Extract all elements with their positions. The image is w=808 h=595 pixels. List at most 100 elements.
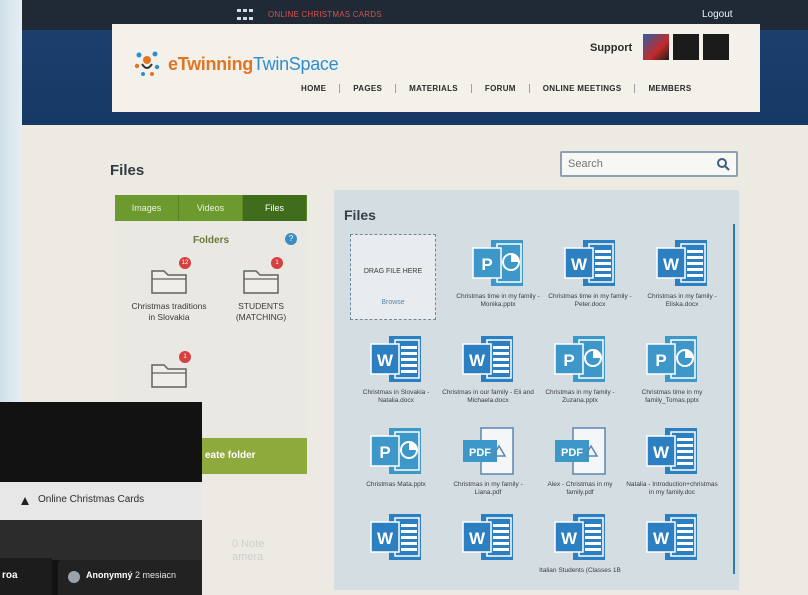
nav-members[interactable]: MEMBERS — [634, 84, 704, 93]
nav-forum[interactable]: FORUM — [470, 84, 529, 93]
upload-dropzone[interactable]: DRAG FILE HERE Browse — [350, 234, 436, 320]
support-link[interactable]: Support — [590, 42, 632, 54]
search-input[interactable] — [568, 158, 698, 170]
file-item[interactable]: W — [626, 512, 718, 567]
file-name: Christmas time in my family - Monika.ppt… — [456, 293, 540, 308]
watermark-line: 0 Note — [232, 538, 265, 550]
logo-prefix: eTwinning — [168, 54, 253, 74]
tab-videos[interactable]: Videos — [179, 195, 243, 221]
watermark-line: amera — [232, 551, 264, 563]
folder-label: STUDENTS (MATCHING) — [235, 301, 287, 322]
svg-text:PDF: PDF — [469, 447, 491, 459]
svg-text:W: W — [469, 529, 486, 548]
scrollbar[interactable] — [733, 224, 735, 574]
comment-header: Anonymný 2 mesiacn — [86, 570, 176, 580]
file-name: Christmas in my family - Liana.pdf — [453, 481, 523, 496]
phone-partial-text: roa — [0, 558, 52, 595]
file-name: Natalia - Introduction+christmas in my f… — [626, 481, 718, 496]
file-name: Christmas Mata.pptx — [366, 481, 426, 488]
file-item[interactable]: W Christmas time in my family - Peter.doc… — [544, 238, 636, 309]
file-name: Christmas in my family - Eliska.docx — [647, 293, 717, 308]
folder-item[interactable]: 1 STUDENTS (MATCHING) — [221, 257, 301, 323]
svg-text:W: W — [653, 529, 670, 548]
media-tabs: Images Videos Files — [115, 195, 307, 221]
tab-images[interactable]: Images — [115, 195, 179, 221]
file-name: Christmas time in my family - Peter.docx — [548, 293, 632, 308]
nav-home[interactable]: HOME — [288, 84, 339, 93]
file-name: Christmas in our family - Eli and Michae… — [442, 389, 534, 404]
powerpoint-file-icon: P — [554, 336, 605, 382]
avatar-placeholder[interactable] — [673, 34, 699, 60]
phone-screenshot-overlay: Online Christmas Cards roa Anonymný 2 me… — [0, 402, 202, 595]
svg-text:P: P — [379, 443, 390, 462]
word-file-icon: W — [646, 428, 697, 474]
help-icon[interactable]: ? — [285, 233, 297, 245]
dropzone-label: DRAG FILE HERE — [363, 268, 423, 275]
file-name: Christmas time in my family_Tomas.pptx — [641, 389, 703, 404]
page-title: Files — [110, 162, 145, 179]
file-item[interactable]: W Italian Students (Classes 1B — [534, 512, 626, 575]
nav-materials[interactable]: MATERIALS — [395, 84, 471, 93]
file-item[interactable]: P Christmas Mata.pptx — [350, 426, 442, 489]
files-panel: Files DRAG FILE HERE Browse P Christmas t… — [334, 190, 739, 590]
nav-online-meetings[interactable]: ONLINE MEETINGS — [528, 84, 635, 93]
svg-text:W: W — [663, 255, 680, 274]
avatar-placeholder[interactable] — [703, 34, 729, 60]
folders-heading: Folders — [192, 235, 230, 246]
file-item[interactable]: W Christmas in our family - Eli and Micha… — [442, 334, 534, 405]
svg-text:W: W — [571, 255, 588, 274]
search-icon[interactable] — [716, 157, 730, 171]
project-title-link[interactable]: ONLINE CHRISTMAS CARDS — [268, 10, 408, 25]
tab-favicon-icon — [21, 497, 29, 505]
file-name: Alex - Christmas in my family.pdf — [547, 481, 613, 496]
svg-text:W: W — [561, 529, 578, 548]
file-name: Italian Students (Classes 1B — [539, 567, 621, 574]
avatar — [68, 571, 80, 583]
svg-text:W: W — [653, 443, 670, 462]
powerpoint-file-icon: P — [370, 428, 421, 474]
file-item[interactable]: P Christmas time in my family_Tomas.pptx — [626, 334, 718, 405]
etwinning-logo-icon[interactable] — [130, 46, 164, 80]
word-file-icon: W — [554, 514, 605, 560]
folder-item[interactable]: 1 — [129, 351, 209, 395]
pdf-file-icon: PDF — [555, 427, 606, 475]
word-file-icon: W — [462, 514, 513, 560]
phone-tab-label: Online Christmas Cards — [38, 494, 145, 505]
folder-item[interactable]: 12 Christmas traditions in Slovakia — [129, 257, 209, 323]
browse-link[interactable]: Browse — [351, 299, 435, 306]
file-item[interactable]: P Christmas time in my family - Monika.pp… — [452, 238, 544, 309]
folder-badge: 1 — [271, 257, 283, 269]
file-item[interactable]: P Christmas in my family - Zuzana.pptx — [534, 334, 626, 405]
file-item[interactable]: PDF Christmas in my family - Liana.pdf — [442, 426, 534, 497]
svg-text:W: W — [377, 351, 394, 370]
main-nav: HOME PAGES MATERIALS FORUM ONLINE MEETIN… — [288, 84, 704, 93]
phone-comment-card[interactable]: Anonymný 2 mesiacn — [58, 560, 202, 595]
folder-badge: 12 — [179, 257, 191, 269]
file-item[interactable]: W Christmas in Slovakia - Natalia.docx — [350, 334, 442, 405]
file-name: Christmas in my family - Zuzana.pptx — [545, 389, 615, 404]
phone-toolbar — [0, 520, 202, 560]
user-avatar[interactable] — [643, 34, 669, 60]
pdf-file-icon: PDF — [463, 427, 514, 475]
nav-pages[interactable]: PAGES — [339, 84, 395, 93]
svg-text:W: W — [377, 529, 394, 548]
file-item[interactable]: W Natalia - Introduction+christmas in my … — [626, 426, 718, 497]
logo-suffix: TwinSpace — [252, 54, 339, 74]
file-name: Christmas in Slovakia - Natalia.docx — [362, 389, 430, 404]
file-item[interactable]: W — [350, 512, 442, 567]
search-box[interactable] — [560, 151, 738, 177]
comment-time: 2 mesiacn — [135, 570, 177, 580]
files-panel-title: Files — [344, 207, 376, 223]
file-item[interactable]: PDF Alex - Christmas in my family.pdf — [534, 426, 626, 497]
logout-link[interactable]: Logout — [702, 9, 733, 20]
word-file-icon: W — [646, 514, 697, 560]
site-logo[interactable]: eTwinningTwinSpace — [168, 54, 339, 75]
file-item[interactable]: W — [442, 512, 534, 567]
phone-browser-tab[interactable]: Online Christmas Cards — [0, 482, 202, 520]
word-file-icon: W — [462, 336, 513, 382]
file-item[interactable]: W Christmas in my family - Eliska.docx — [636, 238, 728, 309]
svg-text:PDF: PDF — [561, 447, 583, 459]
tab-files[interactable]: Files — [243, 195, 307, 221]
grid-icon[interactable] — [237, 9, 253, 22]
comment-user: Anonymný — [86, 570, 133, 580]
